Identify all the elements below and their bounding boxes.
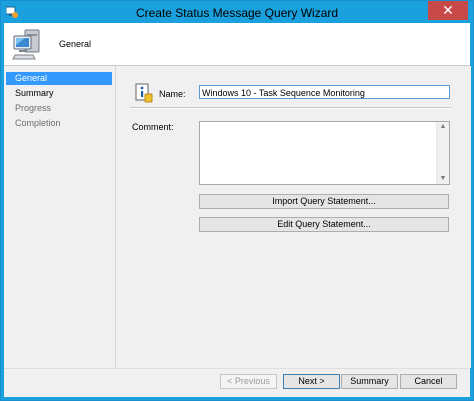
section-divider [130, 107, 451, 109]
close-button[interactable]: ✕ [428, 1, 468, 20]
info-document-icon [135, 83, 153, 103]
nav-item-summary[interactable]: Summary [6, 87, 112, 100]
wizard-nav: General Summary Progress Completion [4, 66, 113, 368]
nav-item-progress: Progress [15, 103, 52, 113]
wizard-footer: < Previous Next > Summary Cancel [4, 368, 470, 397]
nav-item-general[interactable]: General [6, 72, 112, 85]
cancel-button[interactable]: Cancel [400, 374, 457, 389]
next-button[interactable]: Next > [283, 374, 340, 389]
import-query-button[interactable]: Import Query Statement... [199, 194, 449, 209]
footer-divider [4, 368, 470, 369]
wizard-body: General Summary Progress Completion Name… [4, 66, 471, 368]
scroll-up-icon[interactable]: ▲ [437, 122, 449, 132]
name-label: Name: [159, 89, 186, 99]
comment-scrollbar[interactable]: ▲ ▼ [436, 122, 449, 184]
edit-query-button[interactable]: Edit Query Statement... [199, 217, 449, 232]
scroll-down-icon[interactable]: ▼ [437, 174, 449, 184]
title-bar[interactable]: Create Status Message Query Wizard ✕ [1, 1, 473, 23]
comment-field[interactable]: ▲ ▼ [199, 121, 450, 185]
general-page: Name: Windows 10 - Task Sequence Monitor… [115, 66, 471, 368]
name-input[interactable]: Windows 10 - Task Sequence Monitoring [199, 85, 450, 99]
page-title: General [59, 39, 92, 49]
nav-item-completion: Completion [15, 118, 61, 128]
window-title: Create Status Message Query Wizard [135, 6, 339, 20]
computer-icon [12, 29, 40, 60]
wizard-header: General [4, 23, 470, 66]
previous-button[interactable]: < Previous [220, 374, 277, 389]
wizard-window: Create Status Message Query Wizard ✕ Gen… [0, 0, 474, 401]
summary-button[interactable]: Summary [341, 374, 398, 389]
comment-label: Comment: [132, 122, 174, 132]
